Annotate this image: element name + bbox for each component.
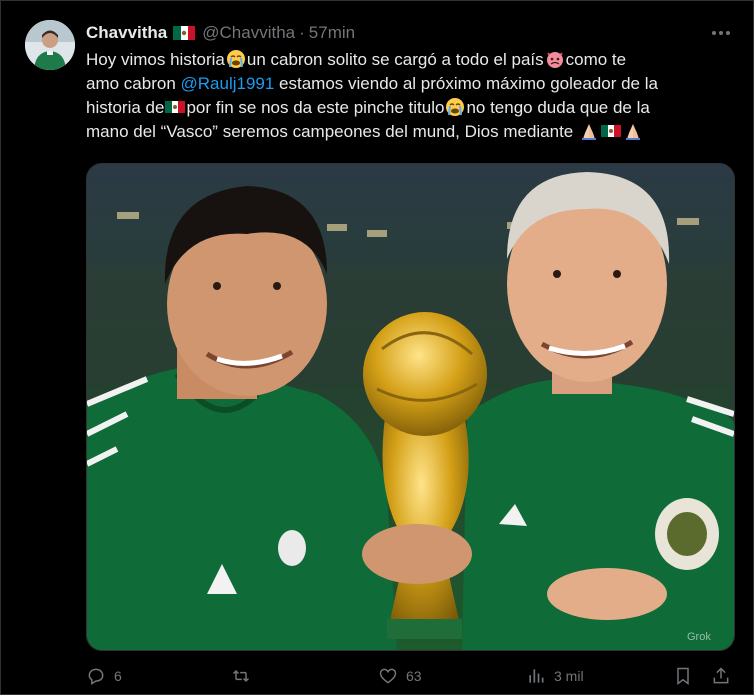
view-count: 3 mil bbox=[554, 668, 584, 684]
tweet-text: Hoy vimos historia un cabron solito se ca… bbox=[86, 48, 736, 144]
folded-hands-icon bbox=[625, 124, 640, 140]
text-segment: Hoy vimos historia bbox=[86, 50, 225, 69]
more-options-icon[interactable] bbox=[707, 23, 735, 43]
text-segment: amo cabron bbox=[86, 74, 181, 93]
text-segment: como te bbox=[565, 50, 627, 69]
avatar[interactable] bbox=[25, 20, 75, 70]
crying-face-icon bbox=[226, 50, 245, 68]
share-icon bbox=[713, 667, 729, 684]
tweet-image[interactable]: Grok bbox=[86, 163, 735, 651]
mexico-flag-icon bbox=[173, 26, 196, 40]
text-segment: por fin se nos da este pinche titulo bbox=[186, 98, 445, 117]
analytics-icon bbox=[529, 669, 544, 683]
author-handle[interactable]: @Chavvitha bbox=[202, 23, 295, 43]
reply-icon bbox=[88, 668, 104, 685]
angry-devil-icon bbox=[546, 52, 563, 68]
like-button[interactable]: 63 bbox=[378, 661, 422, 691]
share-button[interactable] bbox=[711, 661, 731, 691]
bookmark-icon bbox=[677, 667, 689, 685]
text-segment: historia de bbox=[86, 98, 165, 117]
heart-icon bbox=[379, 668, 397, 684]
reply-count: 6 bbox=[114, 668, 122, 684]
crying-face-icon bbox=[446, 98, 465, 116]
folded-hands-icon bbox=[581, 124, 596, 140]
reply-button[interactable]: 6 bbox=[86, 661, 122, 691]
image-watermark: Grok bbox=[687, 631, 711, 643]
repost-icon bbox=[232, 669, 250, 683]
separator-dot: · bbox=[299, 23, 305, 42]
mexico-flag-icon bbox=[600, 125, 621, 137]
text-segment: estamos viendo al próximo máximo goleado… bbox=[274, 74, 658, 93]
mention-link[interactable]: @Raulj1991 bbox=[181, 74, 275, 93]
tweet-card: Chavvitha @Chavvitha · 57min Hoy vimos h… bbox=[0, 0, 754, 695]
tweet-header: Chavvitha @Chavvitha · 57min bbox=[86, 22, 355, 44]
bookmark-button[interactable] bbox=[673, 661, 693, 691]
mexico-flag-icon bbox=[165, 101, 186, 113]
text-segment: un cabron solito se cargó a todo el país bbox=[246, 50, 544, 69]
author-name[interactable]: Chavvitha bbox=[86, 23, 167, 43]
repost-button[interactable] bbox=[231, 661, 259, 691]
text-segment: mano del “Vasco” seremos campeones del m… bbox=[86, 122, 578, 141]
timestamp[interactable]: 57min bbox=[309, 23, 355, 43]
like-count: 63 bbox=[406, 668, 422, 684]
action-bar: 6 63 3 mil bbox=[86, 661, 736, 691]
text-segment: no tengo duda que de la bbox=[466, 98, 650, 117]
views-button[interactable]: 3 mil bbox=[526, 661, 584, 691]
